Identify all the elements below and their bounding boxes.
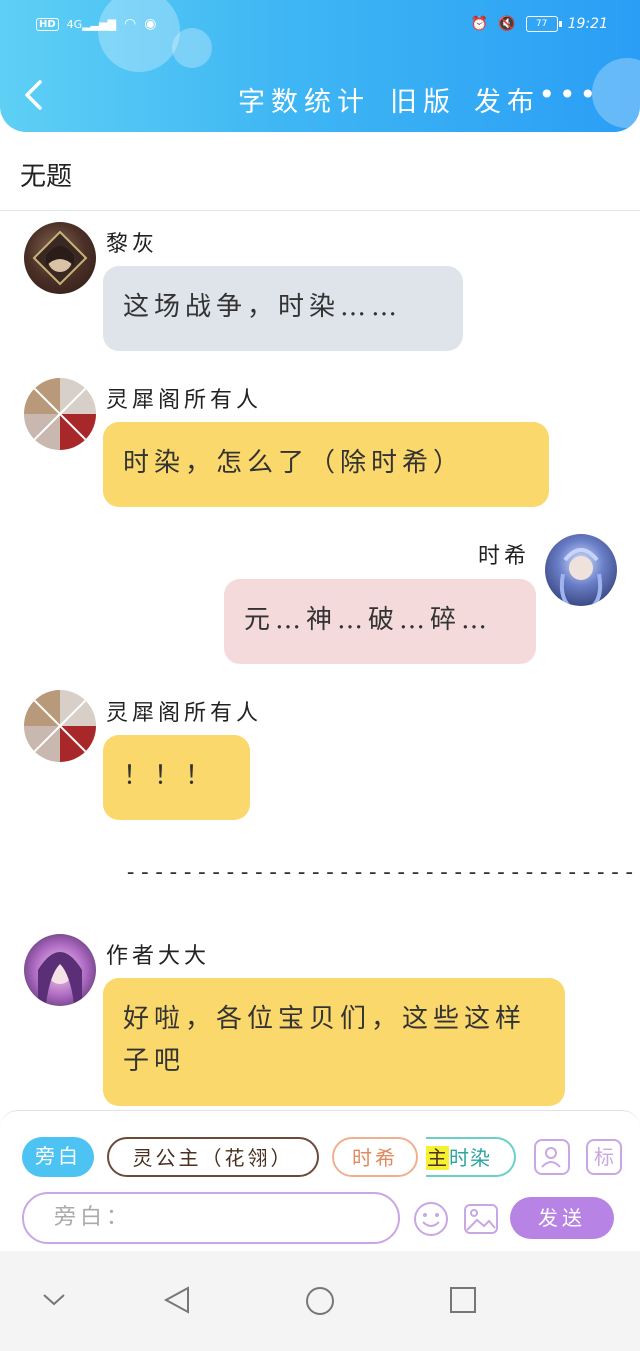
mute-icon: 🔇 [498, 16, 516, 32]
tag-button[interactable]: 标 [586, 1139, 622, 1175]
character-icon[interactable] [534, 1139, 570, 1175]
role-chip-label: 时染 [449, 1146, 491, 1170]
system-nav-bar [0, 1251, 640, 1351]
section-divider: ------------------------------------ [124, 860, 637, 885]
sender-name: 灵犀阁所有人 [106, 701, 263, 726]
avatar[interactable] [24, 378, 96, 450]
triangle-back-icon [163, 1286, 189, 1314]
sender-name: 灵犀阁所有人 [106, 388, 263, 413]
highlight-tag: 主 [426, 1146, 449, 1170]
publish-button[interactable]: 发布 [474, 80, 540, 119]
chevron-down-icon [43, 1294, 65, 1306]
nav-recents-button[interactable] [448, 1285, 478, 1319]
role-chip-shi-xi[interactable]: 时希 [332, 1137, 418, 1177]
avatar-image [24, 378, 96, 450]
sender-name: 时希 [478, 544, 531, 569]
avatar[interactable] [24, 934, 96, 1006]
send-button[interactable]: 发送 [510, 1197, 614, 1239]
nav-back-button[interactable] [162, 1285, 192, 1319]
message-bubble[interactable]: 时染，怎么了（除时希） [103, 422, 549, 507]
back-button[interactable] [22, 78, 46, 114]
wifi-icon: ◠ [124, 16, 137, 32]
avatar[interactable] [24, 690, 96, 762]
top-header: HD 4G▂▃▅▇ ◠ ◉ ⏰ 🔇 77 19:21 字数统计 旧版 发布 ••… [0, 0, 640, 132]
word-count-button[interactable]: 字数统计 [238, 80, 370, 119]
old-version-button[interactable]: 旧版 [390, 80, 456, 119]
avatar[interactable] [545, 534, 617, 606]
square-recents-icon [450, 1287, 476, 1313]
hide-keyboard-button[interactable] [40, 1285, 68, 1317]
role-chip-ling-gongzhu[interactable]: 灵公主（花翎） [107, 1137, 319, 1177]
person-icon [541, 1147, 561, 1168]
chevron-left-icon [25, 80, 42, 110]
signal-icon: 4G▂▃▅▇ [66, 17, 117, 31]
emoji-button[interactable] [412, 1200, 450, 1238]
story-title: 无题 [20, 162, 73, 192]
sender-name: 作者大大 [106, 944, 211, 969]
message-bubble[interactable]: 好啦，各位宝贝们，这些这样子吧 [103, 978, 565, 1106]
message-bubble[interactable]: ！！！ [103, 735, 250, 820]
role-chip-narration[interactable]: 旁白 [22, 1137, 94, 1177]
role-chip-shi-ran[interactable]: 主时染 [426, 1137, 516, 1177]
message-input[interactable]: 旁白： [22, 1192, 400, 1244]
network-label: 4G [66, 17, 83, 31]
more-options-button[interactable]: ••• [538, 78, 600, 111]
smiley-icon [414, 1202, 448, 1236]
time-label: 19:21 [567, 16, 608, 32]
nav-home-button[interactable] [304, 1285, 336, 1321]
avatar-image [38, 952, 82, 1004]
message-bubble[interactable]: 这场战争，时染…… [103, 266, 463, 351]
status-bar: HD 4G▂▃▅▇ ◠ ◉ ⏰ 🔇 77 19:21 [0, 8, 640, 42]
avatar-image [24, 690, 96, 762]
image-button[interactable] [462, 1200, 500, 1238]
alarm-icon: ⏰ [470, 16, 489, 32]
image-icon [464, 1204, 498, 1234]
avatar[interactable] [24, 222, 96, 294]
battery-level: 77 [535, 19, 548, 29]
circle-home-icon [306, 1287, 334, 1315]
story-title-row[interactable]: 无题 [0, 132, 640, 211]
battery-icon: 77 [525, 16, 562, 32]
sender-name: 黎灰 [106, 232, 159, 257]
avatar-image [32, 230, 88, 286]
avatar-image [559, 548, 603, 606]
eye-icon: ◉ [144, 16, 157, 32]
hd-icon: HD [36, 17, 59, 31]
message-bubble[interactable]: 元…神…破…碎… [224, 579, 536, 664]
